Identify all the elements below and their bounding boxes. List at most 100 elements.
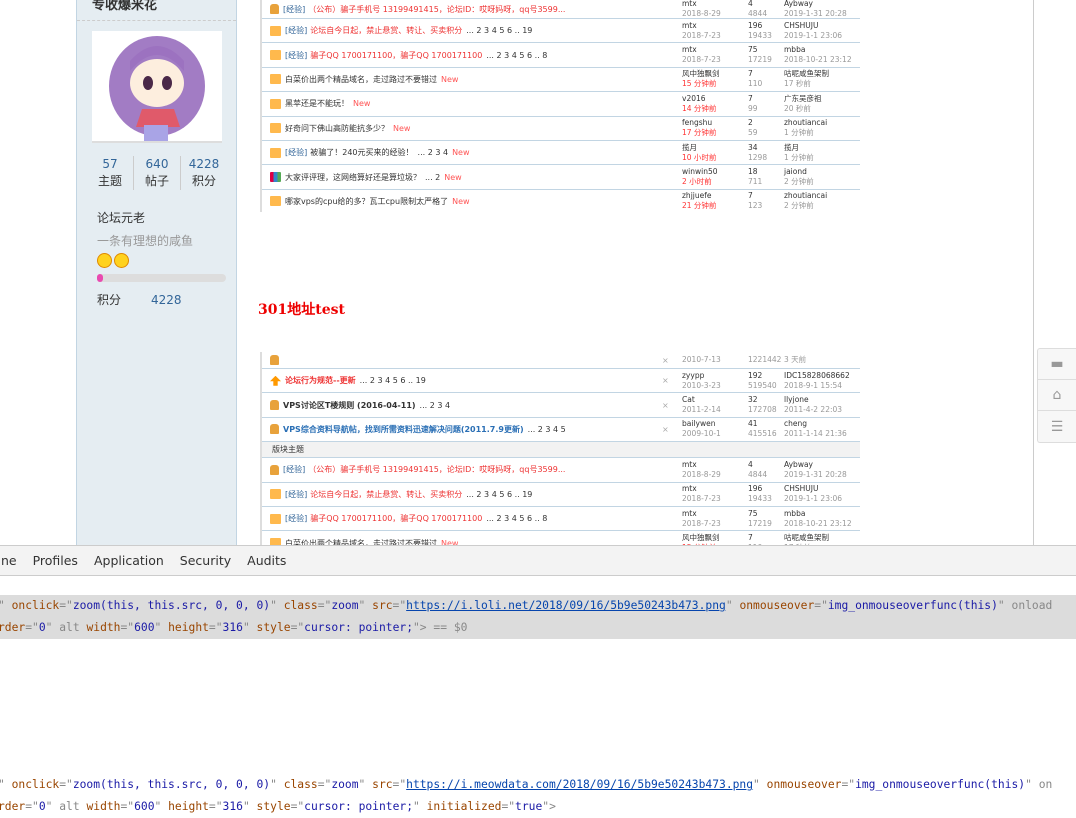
last-post-time[interactable]: 2011-1-14 21:36: [784, 429, 847, 439]
close-icon[interactable]: ×: [662, 356, 669, 365]
last-poster[interactable]: 咕呢咸鱼架制: [784, 69, 829, 79]
thread-pages[interactable]: ... 2 3 4 5 6 .. 19: [466, 26, 532, 35]
last-poster[interactable]: llyjone: [784, 395, 842, 405]
dom-node-line[interactable]: " onclick="zoom(this, this.src, 0, 0, 0)…: [0, 774, 1076, 796]
author[interactable]: mtx: [682, 21, 721, 31]
thread-category[interactable]: [经验]: [285, 490, 307, 499]
thread-pages[interactable]: ... 2: [425, 173, 440, 182]
tab-timeline[interactable]: line: [0, 553, 17, 568]
back-to-top-icon[interactable]: ⌂: [1038, 380, 1076, 411]
author[interactable]: mtx: [682, 0, 721, 9]
author[interactable]: mtx: [682, 509, 721, 519]
thread-title-link[interactable]: 黑苹还是不能玩！: [285, 99, 349, 108]
thread-category[interactable]: [经验]: [285, 514, 307, 523]
list-icon[interactable]: ☰: [1038, 411, 1076, 442]
last-poster[interactable]: 揽月: [784, 143, 814, 153]
tab-profiles[interactable]: Profiles: [33, 553, 78, 568]
post-image-1[interactable]: [经验] （公布）骗子手机号 13199491415，论坛ID：哎呀妈呀，qq号3…: [260, 0, 860, 212]
last-post-time[interactable]: 1 分钟前: [784, 128, 827, 138]
stat-points[interactable]: 4228 积分: [181, 156, 227, 190]
close-icon[interactable]: ×: [662, 401, 669, 410]
author[interactable]: Cat: [682, 395, 721, 405]
author[interactable]: 风中独飘剑: [682, 533, 720, 543]
author[interactable]: zhjjuefe: [682, 191, 716, 201]
thread-title-link[interactable]: 被骗了！240元买来的经验！: [310, 148, 413, 157]
dom-node-line[interactable]: rder="0" alt width="600" height="316" st…: [0, 796, 1076, 818]
thread-title-link[interactable]: 好奇问下佛山高防能抗多少？: [285, 124, 389, 133]
thread-title-link[interactable]: 论坛自今日起，禁止悬赏、转让、买卖积分: [310, 26, 462, 35]
last-poster[interactable]: Aybway: [784, 460, 847, 470]
last-post-time[interactable]: 2019-1-31 20:28: [784, 9, 847, 19]
thread-category[interactable]: [经验]: [285, 148, 307, 157]
thread-category[interactable]: [经验]: [285, 26, 307, 35]
thread-title-link[interactable]: 论坛行为规范--更新: [285, 376, 356, 385]
thread-category[interactable]: [经验]: [283, 5, 305, 14]
last-poster[interactable]: 广东吴彦祖: [784, 94, 822, 104]
author[interactable]: bailywen: [682, 419, 721, 429]
user-rank[interactable]: 论坛元老: [97, 209, 145, 226]
src-link[interactable]: https://i.meowdata.com/2018/09/16/5b9e50…: [406, 778, 753, 791]
author[interactable]: winwin50: [682, 167, 718, 177]
thread-title-link[interactable]: 大家评评理，这网络算好还是算垃圾？: [285, 173, 421, 182]
thread-pages[interactable]: ... 2 3 4: [420, 401, 451, 410]
last-post-time[interactable]: 2019-1-31 20:28: [784, 470, 847, 480]
thread-title-link[interactable]: （公布）骗子手机号 13199491415，论坛ID：哎呀妈呀，qq号3599.…: [308, 465, 565, 474]
author[interactable]: 揽月: [682, 143, 716, 153]
last-poster[interactable]: cheng: [784, 419, 847, 429]
thread-title-link[interactable]: 论坛自今日起，禁止悬赏、转让、买卖积分: [310, 490, 462, 499]
last-post-time[interactable]: 2019-1-1 23:06: [784, 494, 842, 504]
dom-node-selected-line[interactable]: rder="0" alt width="600" height="316" st…: [0, 617, 1076, 639]
last-poster[interactable]: zhoutiancai: [784, 191, 827, 201]
tab-security[interactable]: Security: [180, 553, 231, 568]
last-poster[interactable]: mbba: [784, 45, 852, 55]
thread-title-link[interactable]: 哪家vps的cpu给的多？瓦工cpu限制太严格了: [285, 197, 448, 206]
thread-pages[interactable]: ... 2 3 4 5: [528, 425, 566, 434]
last-post-time[interactable]: 17 秒前: [784, 79, 829, 89]
last-poster[interactable]: Aybway: [784, 0, 847, 9]
last-post-time[interactable]: 1 分钟前: [784, 153, 814, 163]
close-icon[interactable]: ×: [662, 425, 669, 434]
thread-title-link[interactable]: 骗子QQ 1700171100，骗子QQ 1700171100: [310, 51, 482, 60]
username[interactable]: 专收爆米花: [92, 0, 157, 13]
author[interactable]: mtx: [682, 45, 721, 55]
stat-posts[interactable]: 640 帖子: [134, 156, 181, 190]
close-icon[interactable]: ×: [662, 376, 669, 385]
thread-pages[interactable]: ... 2 3 4 5 6 .. 8: [486, 51, 547, 60]
last-post-time[interactable]: 3 天前: [784, 355, 806, 365]
avatar[interactable]: [92, 31, 222, 143]
last-post-time[interactable]: 2019-1-1 23:06: [784, 31, 842, 41]
thread-title-link[interactable]: 骗子QQ 1700171100，骗子QQ 1700171100: [310, 514, 482, 523]
thread-category[interactable]: [经验]: [285, 51, 307, 60]
last-poster[interactable]: CHSHUJU: [784, 21, 842, 31]
thread-pages[interactable]: ... 2 3 4: [418, 148, 449, 157]
last-poster[interactable]: 咕呢咸鱼架制: [784, 533, 829, 543]
thread-title-link[interactable]: 白菜价出两个精品域名，走过路过不要错过: [285, 75, 437, 84]
tab-audits[interactable]: Audits: [247, 553, 286, 568]
last-poster[interactable]: zhoutiancai: [784, 118, 827, 128]
tab-application[interactable]: Application: [94, 553, 164, 568]
last-poster[interactable]: IDC15828068662: [784, 371, 850, 381]
stat-threads[interactable]: 57 主题: [87, 156, 134, 190]
last-post-time[interactable]: 20 秒前: [784, 104, 822, 114]
author[interactable]: v2016: [682, 94, 716, 104]
last-post-time[interactable]: 2 分钟前: [784, 177, 814, 187]
author[interactable]: fengshu: [682, 118, 716, 128]
thread-title-link[interactable]: （公布）骗子手机号 13199491415，论坛ID：哎呀妈呀，qq号3599.…: [308, 5, 565, 14]
thread-pages[interactable]: ... 2 3 4 5 6 .. 19: [466, 490, 532, 499]
comment-icon[interactable]: ▬: [1038, 349, 1076, 380]
author[interactable]: zyypp: [682, 371, 721, 381]
last-poster[interactable]: CHSHUJU: [784, 484, 842, 494]
dom-node-selected-line[interactable]: " onclick="zoom(this, this.src, 0, 0, 0)…: [0, 595, 1076, 617]
last-post-time[interactable]: 2018-10-21 23:12: [784, 519, 852, 529]
thread-title-link[interactable]: VPS综合资料导航帖，找到所需资料迅速解决问题(2011.7.9更新): [283, 425, 524, 434]
last-poster[interactable]: jaiond: [784, 167, 814, 177]
last-post-time[interactable]: 2011-4-2 22:03: [784, 405, 842, 415]
last-post-time[interactable]: 2018-10-21 23:12: [784, 55, 852, 65]
author[interactable]: mtx: [682, 484, 721, 494]
last-poster[interactable]: mbba: [784, 509, 852, 519]
thread-pages[interactable]: ... 2 3 4 5 6 .. 19: [360, 376, 426, 385]
last-post-time[interactable]: 2018-9-1 15:54: [784, 381, 850, 391]
author[interactable]: 风中独飘剑: [682, 69, 720, 79]
thread-category[interactable]: [经验]: [283, 465, 305, 474]
thread-pages[interactable]: ... 2 3 4 5 6 .. 8: [486, 514, 547, 523]
